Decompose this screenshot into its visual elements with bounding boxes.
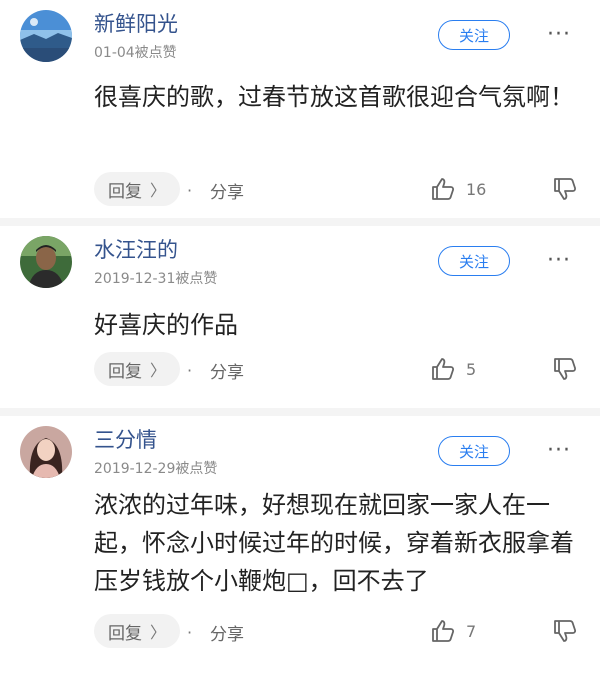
avatar[interactable] xyxy=(20,236,72,288)
more-icon[interactable]: ··· xyxy=(547,20,571,50)
comment-item: 新鲜阳光 01-04被点赞 关注 ··· 很喜庆的歌，过春节放这首歌很迎合气氛啊… xyxy=(0,0,600,218)
like-button[interactable]: 5 xyxy=(430,356,476,382)
comment-item: 水汪汪的 2019-12-31被点赞 关注 ··· 好喜庆的作品 回复 〉 · … xyxy=(0,226,600,408)
separator-dot: · xyxy=(187,361,193,380)
comment-actions: 回复 〉 · 分享 5 xyxy=(0,352,600,388)
dislike-button[interactable] xyxy=(552,618,578,648)
divider xyxy=(0,408,600,416)
avatar[interactable] xyxy=(20,426,72,478)
separator-dot: · xyxy=(187,181,193,200)
comment-date: 2019-12-29被点赞 xyxy=(94,461,218,477)
reply-button[interactable]: 回复 〉 xyxy=(94,172,181,206)
avatar[interactable] xyxy=(20,10,72,62)
like-button[interactable]: 16 xyxy=(430,176,486,202)
comment-text: 浓浓的过年味，好想现在就回家一家人在一起，怀念小时候过年的时候，穿着新衣服拿着压… xyxy=(94,491,574,595)
dislike-button[interactable] xyxy=(552,356,578,386)
reply-label: 回复 xyxy=(108,181,142,202)
chevron-right-icon: 〉 xyxy=(150,361,167,380)
reply-label: 回复 xyxy=(108,623,142,644)
more-icon[interactable]: ··· xyxy=(547,246,571,276)
reply-button[interactable]: 回复 〉 xyxy=(94,352,181,386)
comment-actions: 回复 〉 · 分享 7 xyxy=(0,614,600,650)
follow-button[interactable]: 关注 xyxy=(438,20,510,50)
thumbs-up-icon xyxy=(432,178,455,200)
like-count: 7 xyxy=(466,621,477,641)
like-button[interactable]: 7 xyxy=(430,618,476,644)
share-button[interactable]: 分享 xyxy=(210,358,244,383)
separator-dot: · xyxy=(187,623,193,642)
share-button[interactable]: 分享 xyxy=(210,620,244,645)
follow-button[interactable]: 关注 xyxy=(438,436,510,466)
like-count: 5 xyxy=(466,359,477,379)
comment-text: 好喜庆的作品 xyxy=(94,311,238,339)
thumbs-down-icon xyxy=(554,620,577,642)
share-button[interactable]: 分享 xyxy=(210,178,244,203)
divider xyxy=(0,218,600,226)
thumbs-down-icon xyxy=(554,178,577,200)
comment-text: 很喜庆的歌，过春节放这首歌很迎合气氛啊！ xyxy=(94,83,574,111)
thumbs-up-icon xyxy=(432,620,455,642)
like-count: 16 xyxy=(466,179,487,199)
follow-button[interactable]: 关注 xyxy=(438,246,510,276)
more-icon[interactable]: ··· xyxy=(547,436,571,466)
comment-date: 2019-12-31被点赞 xyxy=(94,271,218,287)
username[interactable]: 三分情 xyxy=(94,424,157,454)
reply-button[interactable]: 回复 〉 xyxy=(94,614,181,648)
chevron-right-icon: 〉 xyxy=(150,181,167,200)
dislike-button[interactable] xyxy=(552,176,578,206)
comment-item: 三分情 2019-12-29被点赞 关注 ··· 浓浓的过年味，好想现在就回家一… xyxy=(0,416,600,676)
thumbs-up-icon xyxy=(432,358,455,380)
thumbs-down-icon xyxy=(554,358,577,380)
username[interactable]: 水汪汪的 xyxy=(94,234,178,264)
reply-label: 回复 xyxy=(108,361,142,382)
comment-date: 01-04被点赞 xyxy=(94,45,177,61)
comment-actions: 回复 〉 · 分享 16 xyxy=(0,172,600,208)
chevron-right-icon: 〉 xyxy=(150,623,167,642)
username[interactable]: 新鲜阳光 xyxy=(94,8,178,38)
